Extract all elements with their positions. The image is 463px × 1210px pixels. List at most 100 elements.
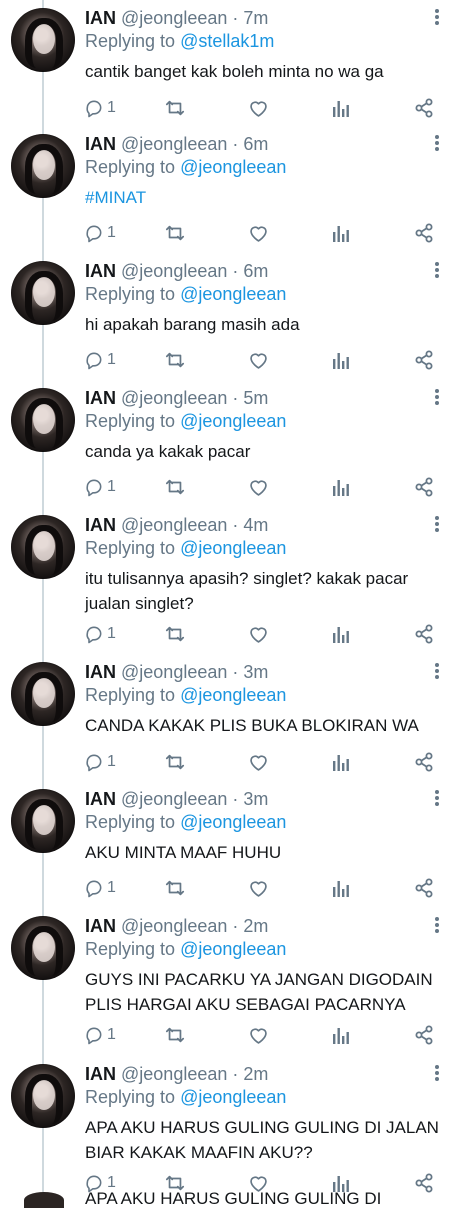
mention-link[interactable]: @jeongleean <box>180 685 286 705</box>
avatar[interactable] <box>11 789 75 853</box>
display-name[interactable]: IAN <box>85 261 116 281</box>
like-button[interactable] <box>248 348 269 372</box>
analytics-button[interactable] <box>332 622 350 646</box>
display-name[interactable]: IAN <box>85 388 116 408</box>
mention-link[interactable]: @jeongleean <box>180 1087 286 1107</box>
avatar[interactable] <box>11 662 75 726</box>
more-options-icon[interactable] <box>431 662 443 682</box>
avatar[interactable] <box>11 515 75 579</box>
retweet-button[interactable] <box>164 221 186 245</box>
display-name[interactable]: IAN <box>85 789 116 809</box>
avatar[interactable] <box>11 916 75 980</box>
avatar[interactable] <box>11 261 75 325</box>
analytics-button[interactable] <box>332 876 350 900</box>
mention-link[interactable]: @jeongleean <box>180 284 286 304</box>
retweet-button[interactable] <box>164 876 186 900</box>
reply-button[interactable]: 1 <box>84 348 116 372</box>
share-button[interactable] <box>414 475 434 499</box>
like-button[interactable] <box>248 622 269 646</box>
avatar[interactable] <box>11 388 75 452</box>
share-button[interactable] <box>414 750 434 774</box>
share-button[interactable] <box>414 622 434 646</box>
avatar[interactable] <box>11 1064 75 1128</box>
more-options-icon[interactable] <box>431 1064 443 1084</box>
analytics-button[interactable] <box>332 750 350 774</box>
mention-link[interactable]: @jeongleean <box>180 939 286 959</box>
user-handle[interactable]: @jeongleean <box>121 261 227 281</box>
tweet-text[interactable]: #MINAT <box>85 185 445 210</box>
share-button[interactable] <box>414 1171 434 1195</box>
replying-to: Replying to @jeongleean <box>85 683 286 707</box>
retweet-button[interactable] <box>164 348 186 372</box>
retweet-button[interactable] <box>164 622 186 646</box>
retweet-button[interactable] <box>164 1023 186 1047</box>
reply-button[interactable]: 1 <box>84 475 116 499</box>
share-button[interactable] <box>414 348 434 372</box>
like-button[interactable] <box>248 96 269 120</box>
share-button[interactable] <box>414 221 434 245</box>
user-handle[interactable]: @jeongleean <box>121 134 227 154</box>
avatar[interactable] <box>11 8 75 72</box>
more-options-icon[interactable] <box>431 515 443 535</box>
retweet-icon <box>164 624 186 644</box>
user-handle[interactable]: @jeongleean <box>121 8 227 28</box>
timestamp[interactable]: · 3m <box>232 662 268 682</box>
timestamp[interactable]: · 3m <box>232 789 268 809</box>
share-icon <box>414 477 434 497</box>
share-button[interactable] <box>414 1023 434 1047</box>
analytics-button[interactable] <box>332 96 350 120</box>
reply-button[interactable]: 1 <box>84 96 116 120</box>
reply-button[interactable]: 1 <box>84 750 116 774</box>
reply-button[interactable]: 1 <box>84 876 116 900</box>
display-name[interactable]: IAN <box>85 662 116 682</box>
user-handle[interactable]: @jeongleean <box>121 1064 227 1084</box>
share-button[interactable] <box>414 876 434 900</box>
analytics-button[interactable] <box>332 1023 350 1047</box>
analytics-button[interactable] <box>332 221 350 245</box>
more-options-icon[interactable] <box>431 388 443 408</box>
more-options-icon[interactable] <box>431 916 443 936</box>
analytics-button[interactable] <box>332 475 350 499</box>
more-options-icon[interactable] <box>431 261 443 281</box>
mention-link[interactable]: @jeongleean <box>180 812 286 832</box>
like-button[interactable] <box>248 876 269 900</box>
user-handle[interactable]: @jeongleean <box>121 388 227 408</box>
like-button[interactable] <box>248 221 269 245</box>
user-handle[interactable]: @jeongleean <box>121 662 227 682</box>
display-name[interactable]: IAN <box>85 916 116 936</box>
avatar[interactable] <box>11 134 75 198</box>
retweet-button[interactable] <box>164 96 186 120</box>
retweet-button[interactable] <box>164 475 186 499</box>
retweet-button[interactable] <box>164 750 186 774</box>
more-options-icon[interactable] <box>431 789 443 809</box>
mention-link[interactable]: @jeongleean <box>180 538 286 558</box>
reply-button[interactable]: 1 <box>84 622 116 646</box>
mention-link[interactable]: @jeongleean <box>180 411 286 431</box>
mention-link[interactable]: @stellak1m <box>180 31 274 51</box>
avatar[interactable] <box>24 1192 64 1208</box>
like-button[interactable] <box>248 1023 269 1047</box>
display-name[interactable]: IAN <box>85 515 116 535</box>
timestamp[interactable]: · 2m <box>232 916 268 936</box>
mention-link[interactable]: @jeongleean <box>180 157 286 177</box>
timestamp[interactable]: · 4m <box>232 515 268 535</box>
share-button[interactable] <box>414 96 434 120</box>
like-button[interactable] <box>248 475 269 499</box>
analytics-button[interactable] <box>332 348 350 372</box>
timestamp[interactable]: · 6m <box>232 261 268 281</box>
display-name[interactable]: IAN <box>85 1064 116 1084</box>
display-name[interactable]: IAN <box>85 134 116 154</box>
more-options-icon[interactable] <box>431 8 443 28</box>
timestamp[interactable]: · 7m <box>232 8 268 28</box>
user-handle[interactable]: @jeongleean <box>121 515 227 535</box>
timestamp[interactable]: · 2m <box>232 1064 268 1084</box>
like-button[interactable] <box>248 750 269 774</box>
user-handle[interactable]: @jeongleean <box>121 789 227 809</box>
timestamp[interactable]: · 6m <box>232 134 268 154</box>
user-handle[interactable]: @jeongleean <box>121 916 227 936</box>
reply-button[interactable]: 1 <box>84 221 116 245</box>
reply-button[interactable]: 1 <box>84 1023 116 1047</box>
timestamp[interactable]: · 5m <box>232 388 268 408</box>
more-options-icon[interactable] <box>431 134 443 154</box>
display-name[interactable]: IAN <box>85 8 116 28</box>
